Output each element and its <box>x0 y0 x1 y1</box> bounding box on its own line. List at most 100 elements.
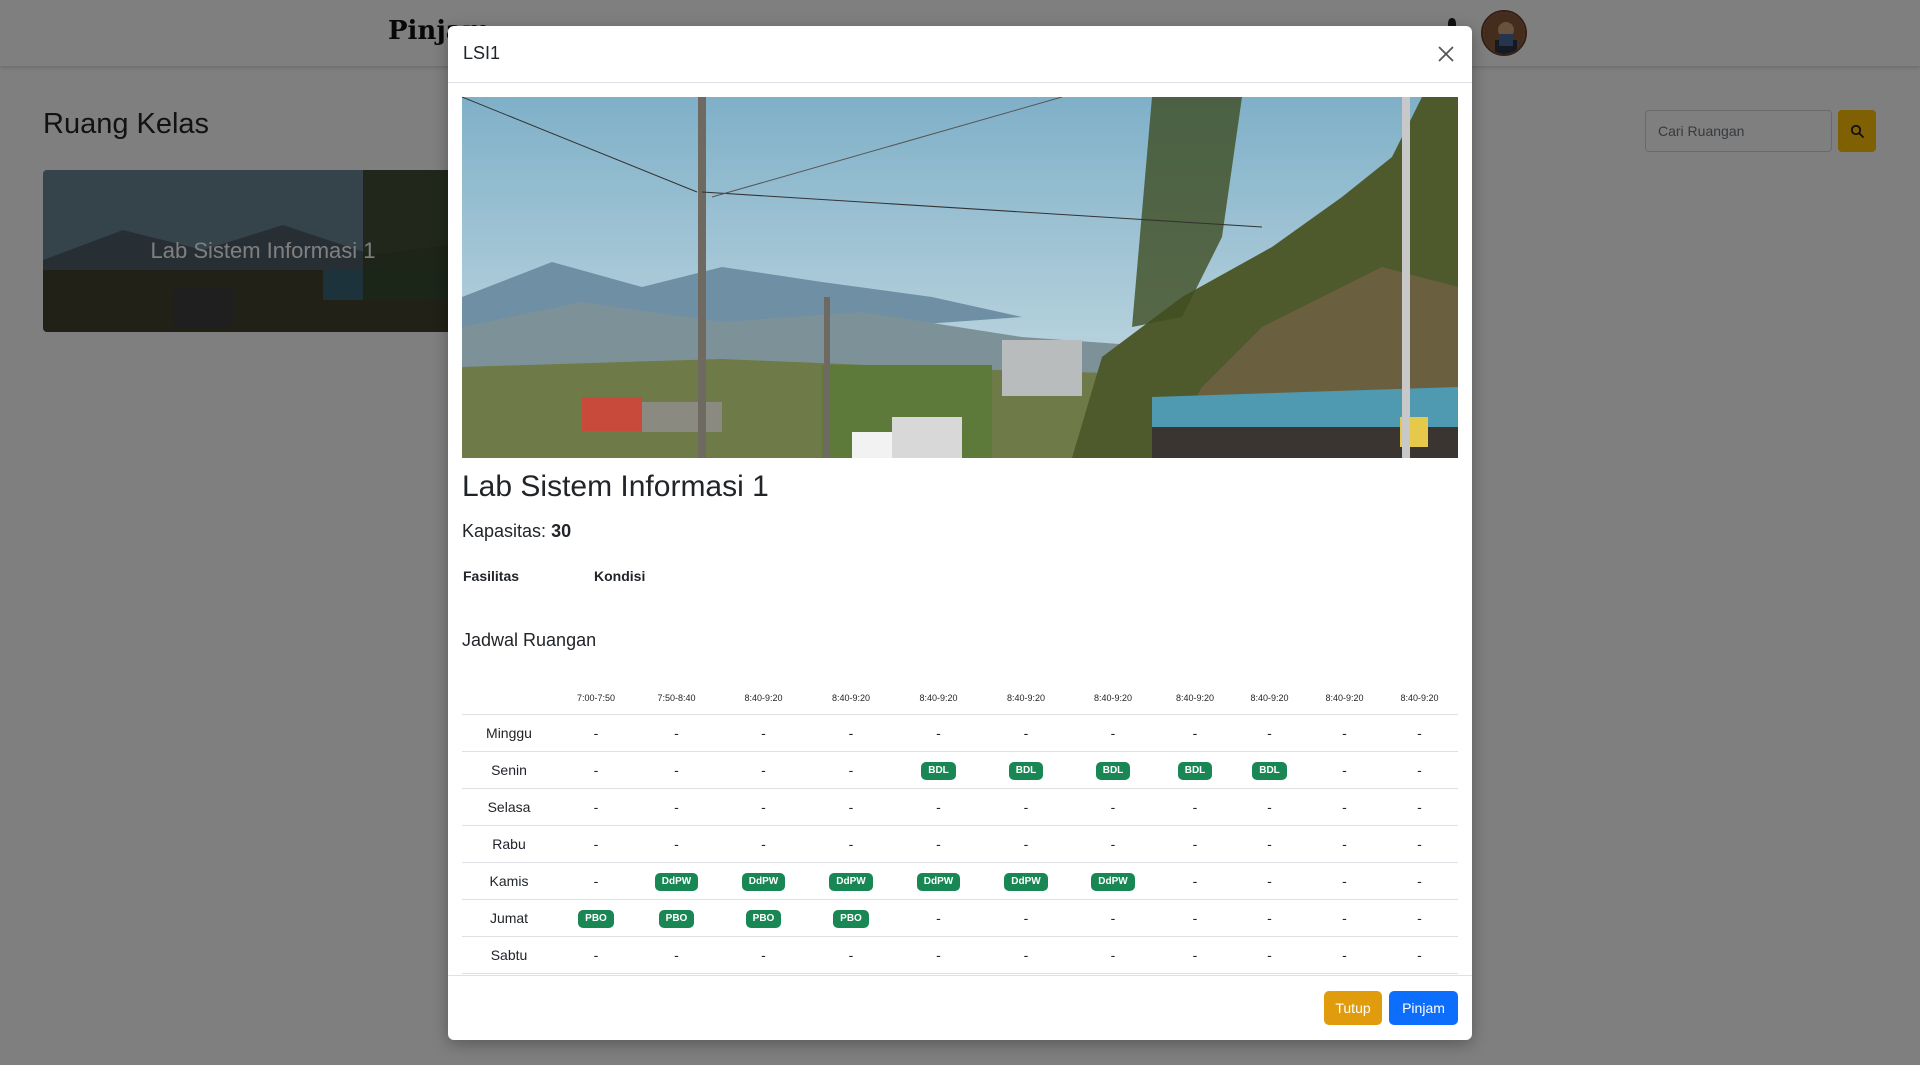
schedule-cell: - <box>1159 714 1231 752</box>
schedule-cell: - <box>1067 825 1159 863</box>
schedule-cell: BDL <box>985 751 1067 789</box>
schedule-cell: - <box>556 751 636 789</box>
schedule-cell: - <box>1308 788 1381 826</box>
schedule-cell: - <box>717 936 810 974</box>
schedule-row-senin: Senin - - - - BDL BDL BDL BDL BDL - - <box>462 751 1458 789</box>
modal-header: LSI1 <box>448 26 1472 83</box>
day-label: Selasa <box>462 788 556 826</box>
course-badge[interactable]: BDL <box>1095 761 1131 780</box>
schedule-cell: - <box>717 825 810 863</box>
time-slot-header: 8:40-9:20 <box>1067 682 1159 715</box>
course-badge[interactable]: BDL <box>1252 761 1287 780</box>
schedule-cell: - <box>1308 825 1381 863</box>
schedule-cell: - <box>810 936 892 974</box>
time-slot-header: 8:40-9:20 <box>892 682 985 715</box>
schedule-cell: - <box>1067 714 1159 752</box>
schedule-cell: - <box>892 936 985 974</box>
schedule-cell: - <box>1381 751 1458 789</box>
schedule-cell: - <box>1308 751 1381 789</box>
schedule-cell: - <box>810 825 892 863</box>
schedule-cell: BDL <box>892 751 985 789</box>
course-badge[interactable]: DdPW <box>829 872 873 891</box>
course-badge[interactable]: PBO <box>578 909 614 928</box>
course-badge[interactable]: DdPW <box>916 872 961 891</box>
course-badge[interactable]: BDL <box>1008 761 1044 780</box>
schedule-cell: PBO <box>556 899 636 937</box>
day-label: Sabtu <box>462 936 556 974</box>
schedule-cell: - <box>1159 825 1231 863</box>
schedule-cell: - <box>636 825 717 863</box>
schedule-cell: - <box>1231 788 1308 826</box>
schedule-cell: - <box>810 714 892 752</box>
course-badge[interactable]: BDL <box>921 761 956 780</box>
schedule-cell: - <box>892 714 985 752</box>
capacity: Kapasitas: 30 <box>462 521 571 542</box>
schedule-cell: - <box>985 936 1067 974</box>
schedule-row-rabu: Rabu - - - - - - - - - - - <box>462 825 1458 863</box>
room-name: Lab Sistem Informasi 1 <box>462 470 769 503</box>
schedule-cell: BDL <box>1067 751 1159 789</box>
schedule-table: 7:00-7:50 7:50-8:40 8:40-9:20 8:40-9:20 8:40… <box>462 682 1458 974</box>
schedule-cell: - <box>717 714 810 752</box>
course-badge[interactable]: PBO <box>745 909 782 928</box>
schedule-cell: - <box>892 825 985 863</box>
schedule-cell: - <box>1381 899 1458 937</box>
time-slot-header: 8:40-9:20 <box>1231 682 1308 715</box>
schedule-cell: - <box>1159 788 1231 826</box>
schedule-cell: DdPW <box>717 862 810 900</box>
schedule-cell: PBO <box>717 899 810 937</box>
capacity-label: Kapasitas: <box>462 521 547 541</box>
schedule-cell: - <box>1159 862 1231 900</box>
schedule-row-jumat: Jumat PBO PBO PBO PBO - - - - - - - <box>462 899 1458 937</box>
schedule-cell: - <box>636 936 717 974</box>
schedule-cell: DdPW <box>810 862 892 900</box>
course-badge[interactable]: PBO <box>658 909 695 928</box>
course-badge[interactable]: DdPW <box>1091 872 1135 891</box>
day-label: Rabu <box>462 825 556 863</box>
schedule-cell: - <box>985 899 1067 937</box>
schedule-cell: DdPW <box>1067 862 1159 900</box>
schedule-title: Jadwal Ruangan <box>462 630 597 650</box>
time-slot-header: 8:40-9:20 <box>985 682 1067 715</box>
schedule-cell: - <box>1159 899 1231 937</box>
course-badge[interactable]: DdPW <box>741 872 786 891</box>
schedule-row-sabtu: Sabtu - - - - - - - - - - - <box>462 936 1458 974</box>
schedule-cell: - <box>1308 714 1381 752</box>
schedule-cell: - <box>1159 936 1231 974</box>
schedule-cell: - <box>1381 936 1458 974</box>
schedule-row-kamis: Kamis - DdPW DdPW DdPW DdPW DdPW DdPW - - - - <box>462 862 1458 900</box>
schedule-header-row: 7:00-7:50 7:50-8:40 8:40-9:20 8:40-9:20 8:40… <box>462 682 1458 715</box>
schedule-cell: - <box>556 862 636 900</box>
schedule-cell: - <box>636 788 717 826</box>
condition-header: Kondisi <box>594 568 646 584</box>
schedule-cell: - <box>636 751 717 789</box>
modal-footer: Tutup Pinjam <box>448 975 1472 1040</box>
time-slot-header: 8:40-9:20 <box>1159 682 1231 715</box>
schedule-cell: - <box>985 825 1067 863</box>
time-slot-header: 8:40-9:20 <box>717 682 810 715</box>
schedule-cell: - <box>556 788 636 826</box>
schedule-cell: - <box>1067 936 1159 974</box>
schedule-cell: - <box>1231 936 1308 974</box>
schedule-cell: - <box>1231 714 1308 752</box>
day-label: Kamis <box>462 862 556 900</box>
time-slot-header: 8:40-9:20 <box>1381 682 1458 715</box>
schedule-cell: - <box>892 899 985 937</box>
schedule-cell: - <box>892 788 985 826</box>
schedule-cell: DdPW <box>892 862 985 900</box>
course-badge[interactable]: BDL <box>1177 761 1213 780</box>
facilities-header: Fasilitas <box>463 568 520 584</box>
time-slot-header: 8:40-9:20 <box>1308 682 1381 715</box>
day-label: Jumat <box>462 899 556 937</box>
close-button[interactable] <box>1434 42 1458 66</box>
schedule-cell: - <box>985 714 1067 752</box>
capacity-value: 30 <box>551 521 572 541</box>
course-badge[interactable]: PBO <box>833 909 869 928</box>
course-badge[interactable]: DdPW <box>654 872 699 891</box>
course-badge[interactable]: DdPW <box>1004 872 1048 891</box>
time-slot-header: 7:50-8:40 <box>636 682 717 715</box>
schedule-cell: - <box>556 714 636 752</box>
schedule-cell: - <box>1067 899 1159 937</box>
close-modal-button[interactable]: Tutup <box>1324 991 1382 1025</box>
borrow-button[interactable]: Pinjam <box>1389 991 1458 1025</box>
